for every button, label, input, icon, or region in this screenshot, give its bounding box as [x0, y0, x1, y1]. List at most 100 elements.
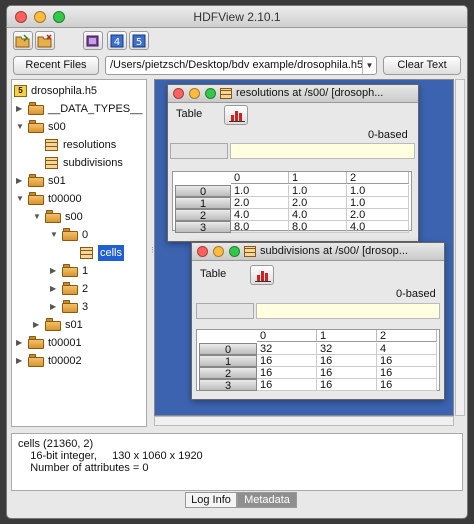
row-header[interactable]: 0 [199, 343, 257, 356]
table-cell[interactable]: 4.0 [289, 209, 347, 221]
collapse-triangle-icon[interactable]: ▼ [16, 118, 26, 136]
tree-item-cells[interactable]: cells [14, 244, 134, 262]
table-menu[interactable]: Table [200, 268, 226, 280]
table-cell[interactable]: 4 [377, 343, 437, 355]
tab-log-info[interactable]: Log Info [185, 492, 237, 508]
subdivisions-window[interactable]: subdivisions at /s00/ [drosop... Table 0… [191, 242, 445, 400]
table-cell[interactable]: 8.0 [231, 221, 289, 233]
expand-triangle-icon[interactable]: ▶ [16, 172, 26, 190]
data-desktop-pane: resolutions at /s00/ [drosoph... Table 0… [154, 79, 454, 416]
subdivisions-title-bar[interactable]: subdivisions at /s00/ [drosop... [192, 243, 444, 261]
table-cell[interactable]: 16 [377, 367, 437, 379]
open-folder-icon [15, 33, 30, 47]
table-cell[interactable]: 16 [257, 379, 317, 391]
svg-text:5: 5 [136, 37, 142, 48]
table-cell[interactable]: 32 [257, 343, 317, 355]
dataset-icon [80, 247, 93, 259]
folder-icon [62, 264, 78, 277]
file-path-combo[interactable]: /Users/pietzsch/Desktop/bdv example/dros… [105, 56, 377, 75]
clear-text-button[interactable]: Clear Text [383, 56, 461, 75]
zoom-icon[interactable] [205, 88, 216, 99]
collapse-triangle-icon[interactable]: ▼ [50, 226, 60, 244]
column-header[interactable]: 1 [289, 172, 347, 184]
expand-triangle-icon[interactable]: ▶ [50, 262, 60, 280]
table-cell[interactable]: 16 [317, 355, 377, 367]
desktop-horizontal-scrollbar[interactable] [154, 416, 454, 426]
open-file-button[interactable] [13, 31, 33, 50]
cell-value-field[interactable] [230, 143, 415, 159]
table-cell[interactable]: 16 [257, 355, 317, 367]
tab-metadata[interactable]: Metadata [237, 492, 297, 508]
chevron-down-icon[interactable]: ▼ [362, 57, 376, 74]
resolutions-window[interactable]: resolutions at /s00/ [drosoph... Table 0… [167, 84, 419, 242]
table-cell[interactable]: 1.0 [347, 197, 409, 209]
expand-triangle-icon[interactable]: ▶ [50, 280, 60, 298]
info-panel: cells (21360, 2) 16-bit integer, 130 x 1… [11, 433, 463, 491]
resolutions-title: resolutions at /s00/ [drosoph... [236, 87, 384, 99]
expand-triangle-icon[interactable]: ▶ [33, 316, 43, 334]
index-base-label: 0-based [396, 288, 436, 300]
close-icon[interactable] [197, 246, 208, 257]
resolutions-table[interactable]: 0 1 2 0 1.0 1.0 1.0 1 2.0 2.0 1.0 2 4.0 … [172, 171, 412, 234]
table-cell[interactable]: 1.0 [347, 185, 409, 197]
close-icon[interactable] [173, 88, 184, 99]
hdf5-library-button[interactable]: 5 [129, 31, 149, 50]
row-header[interactable]: 3 [199, 379, 257, 392]
table-cell[interactable]: 1.0 [289, 185, 347, 197]
file-tree: 5 drosophila.h5 ▶ __DATA_TYPES__ ▼ s00 r… [11, 79, 147, 427]
zoom-icon[interactable] [229, 246, 240, 257]
index-base-label: 0-based [368, 129, 408, 141]
table-cell[interactable]: 4.0 [231, 209, 289, 221]
info-attribute-count: Number of attributes = 0 [18, 462, 149, 474]
collapse-triangle-icon[interactable]: ▼ [33, 208, 43, 226]
minimize-icon[interactable] [189, 88, 200, 99]
table-cell[interactable]: 2.0 [231, 197, 289, 209]
table-cell[interactable]: 8.0 [289, 221, 347, 233]
resolutions-title-bar[interactable]: resolutions at /s00/ [drosoph... [168, 85, 418, 103]
expand-triangle-icon[interactable]: ▶ [50, 298, 60, 316]
recent-files-button[interactable]: Recent Files [13, 56, 99, 75]
column-header[interactable]: 2 [377, 330, 437, 342]
table-cell[interactable]: 16 [377, 355, 437, 367]
desktop-vertical-scrollbar[interactable] [455, 79, 465, 416]
expand-triangle-icon[interactable]: ▶ [16, 352, 26, 370]
row-header[interactable]: 3 [175, 221, 231, 234]
row-header[interactable]: 1 [175, 197, 231, 210]
file-path-text: /Users/pietzsch/Desktop/bdv example/dros… [110, 59, 364, 71]
hdf5-icon: 5 [132, 34, 146, 48]
row-header[interactable]: 1 [199, 355, 257, 368]
hdfview-window: HDFView 2.10.1 4 5 Recent Files /Users/p… [6, 5, 468, 519]
table-cell[interactable]: 1.0 [231, 185, 289, 197]
folder-icon [62, 300, 78, 313]
table-cell[interactable]: 4.0 [347, 221, 409, 233]
table-cell[interactable]: 16 [257, 367, 317, 379]
cell-value-field[interactable] [256, 303, 440, 319]
help-book-button[interactable] [83, 31, 103, 50]
expand-triangle-icon[interactable]: ▶ [16, 334, 26, 352]
column-header[interactable]: 0 [231, 172, 289, 184]
row-header[interactable]: 2 [175, 209, 231, 222]
column-header[interactable]: 0 [257, 330, 317, 342]
chart-button[interactable] [250, 265, 274, 285]
column-header[interactable]: 2 [347, 172, 409, 184]
table-cell[interactable]: 16 [317, 379, 377, 391]
row-header[interactable]: 0 [175, 185, 231, 198]
table-cell[interactable]: 16 [317, 367, 377, 379]
folder-icon [28, 174, 44, 187]
chart-button[interactable] [224, 105, 248, 125]
table-cell[interactable]: 2.0 [289, 197, 347, 209]
table-menu[interactable]: Table [176, 108, 202, 120]
subdivisions-table[interactable]: 0 1 2 0 32 32 4 1 16 16 16 2 16 16 16 3 … [196, 329, 440, 392]
collapse-triangle-icon[interactable]: ▼ [16, 190, 26, 208]
table-cell[interactable]: 32 [317, 343, 377, 355]
expand-triangle-icon[interactable]: ▶ [16, 100, 26, 118]
table-cell[interactable]: 16 [377, 379, 437, 391]
table-cell[interactable]: 2.0 [347, 209, 409, 221]
folder-open-icon [45, 210, 61, 223]
row-header[interactable]: 2 [199, 367, 257, 380]
close-folder-icon [37, 33, 52, 47]
close-file-button[interactable] [35, 31, 55, 50]
hdf4-library-button[interactable]: 4 [107, 31, 127, 50]
column-header[interactable]: 1 [317, 330, 377, 342]
minimize-icon[interactable] [213, 246, 224, 257]
